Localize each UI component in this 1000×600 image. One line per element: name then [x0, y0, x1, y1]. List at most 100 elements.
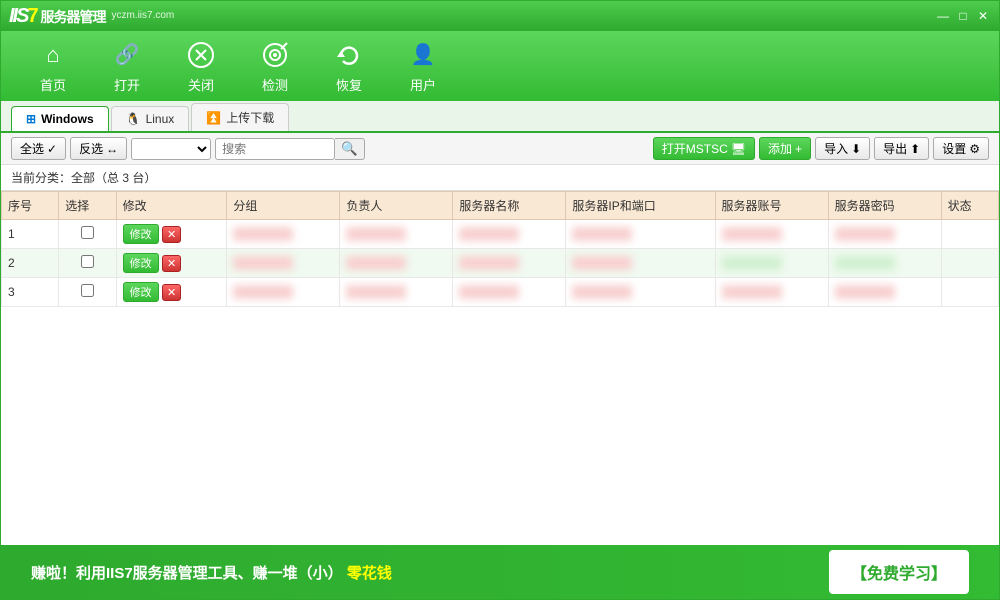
nav-item-detect[interactable]: 检测 — [243, 33, 307, 100]
row2-id: 2 — [2, 249, 59, 278]
toolbar: 全选 ✓ 反选 ↔ 🔍 打开MSTSC 🖥 添加 + — [1, 133, 999, 165]
titlebar: IIS7 服务器管理 yczm.iis7.com — □ ✕ — [1, 1, 999, 31]
nav-label-restore: 恢复 — [336, 75, 362, 94]
upload-tab-label: 上传下载 — [226, 109, 274, 126]
row1-password — [828, 220, 941, 249]
row1-checkbox-cell — [59, 220, 116, 249]
row1-status — [941, 220, 998, 249]
nav-item-open[interactable]: 🔗 打开 — [95, 33, 159, 100]
check-icon: ✓ — [47, 142, 57, 156]
category-label: 当前分类：全部（总 3 台） — [11, 169, 156, 186]
restore-icon — [333, 39, 365, 71]
close-button[interactable]: ✕ — [975, 8, 991, 24]
row1-edit-button[interactable]: 修改 — [123, 224, 159, 244]
linux-tab-label: Linux — [146, 112, 175, 126]
th-group: 分组 — [227, 192, 340, 220]
th-status: 状态 — [941, 192, 998, 220]
detect-icon — [259, 39, 291, 71]
row3-edit-button[interactable]: 修改 — [123, 282, 159, 302]
search-input[interactable] — [215, 138, 335, 160]
export-icon: ⬆ — [910, 142, 920, 156]
nav-item-restore[interactable]: 恢复 — [317, 33, 381, 100]
export-button[interactable]: 导出 ⬆ — [874, 137, 929, 160]
category-bar: 当前分类：全部（总 3 台） — [1, 165, 999, 191]
nav-item-home[interactable]: ⌂ 首页 — [21, 33, 85, 100]
tab-linux[interactable]: 🐧 Linux — [111, 106, 190, 131]
row1-owner — [340, 220, 453, 249]
table-header-row: 序号 选择 修改 分组 负责人 服务器名称 服务器IP和端口 服务器账号 服务器… — [2, 192, 999, 220]
import-button[interactable]: 导入 ⬇ — [815, 137, 870, 160]
row1-id: 1 — [2, 220, 59, 249]
search-button[interactable]: 🔍 — [335, 138, 365, 160]
row1-checkbox[interactable] — [81, 226, 94, 239]
nav-label-home: 首页 — [40, 75, 66, 94]
add-icon: + — [795, 142, 802, 156]
th-edit: 修改 — [116, 192, 227, 220]
close-icon — [185, 39, 217, 71]
row3-id: 3 — [2, 278, 59, 307]
row2-name — [453, 249, 566, 278]
th-ip: 服务器IP和端口 — [566, 192, 715, 220]
home-icon: ⌂ — [37, 39, 69, 71]
row3-edit-cell: 修改 ✕ — [116, 278, 227, 307]
table-row: 2 修改 ✕ — [2, 249, 999, 278]
nav-item-close[interactable]: 关闭 — [169, 33, 233, 100]
titlebar-controls: — □ ✕ — [935, 8, 991, 24]
row3-status — [941, 278, 998, 307]
nav-label-user: 用户 — [410, 75, 436, 94]
navbar: ⌂ 首页 🔗 打开 关闭 — [1, 31, 999, 101]
row1-group — [227, 220, 340, 249]
tab-upload[interactable]: ⏫ 上传下载 — [191, 103, 289, 131]
server-table: 序号 选择 修改 分组 负责人 服务器名称 服务器IP和端口 服务器账号 服务器… — [1, 191, 999, 307]
row1-del-button[interactable]: ✕ — [162, 226, 181, 243]
th-password: 服务器密码 — [828, 192, 941, 220]
minimize-button[interactable]: — — [935, 8, 951, 24]
table-row: 1 修改 ✕ — [2, 220, 999, 249]
row1-name — [453, 220, 566, 249]
select-all-button[interactable]: 全选 ✓ — [11, 137, 66, 160]
add-button[interactable]: 添加 + — [759, 137, 811, 160]
nav-label-detect: 检测 — [262, 75, 288, 94]
th-id: 序号 — [2, 192, 59, 220]
row2-edit-cell: 修改 ✕ — [116, 249, 227, 278]
footer: 赚啦！利用IIS7服务器管理工具、赚一堆（小） 零花钱 【免费学习】 — [1, 545, 999, 599]
filter-select[interactable] — [131, 138, 211, 160]
row2-del-button[interactable]: ✕ — [162, 255, 181, 272]
row2-checkbox[interactable] — [81, 255, 94, 268]
upload-tab-icon: ⏫ — [206, 111, 221, 125]
app-subtitle: yczm.iis7.com — [111, 10, 174, 22]
row3-checkbox[interactable] — [81, 284, 94, 297]
windows-tab-icon: ⊞ — [26, 112, 36, 126]
open-icon: 🔗 — [111, 39, 143, 71]
row3-del-button[interactable]: ✕ — [162, 284, 181, 301]
footer-highlight: 零花钱 — [347, 565, 392, 582]
invert-icon: ↔ — [106, 142, 118, 156]
row3-account — [715, 278, 828, 307]
mstsc-icon: 🖥 — [731, 142, 746, 156]
row2-ip — [566, 249, 715, 278]
nav-item-user[interactable]: 👤 用户 — [391, 33, 455, 100]
tabbar: ⊞ Windows 🐧 Linux ⏫ 上传下载 — [1, 101, 999, 133]
th-owner: 负责人 — [340, 192, 453, 220]
row3-ip — [566, 278, 715, 307]
nav-label-close: 关闭 — [188, 75, 214, 94]
row3-password — [828, 278, 941, 307]
open-mstsc-button[interactable]: 打开MSTSC 🖥 — [653, 137, 755, 160]
nav-label-open: 打开 — [114, 75, 140, 94]
app-logo: IIS7 服务器管理 — [9, 5, 105, 28]
row2-status — [941, 249, 998, 278]
row1-edit-cell: 修改 ✕ — [116, 220, 227, 249]
th-select: 选择 — [59, 192, 116, 220]
tab-windows[interactable]: ⊞ Windows — [11, 106, 109, 131]
row2-checkbox-cell — [59, 249, 116, 278]
learn-free-button[interactable]: 【免费学习】 — [829, 550, 969, 594]
footer-text: 赚啦！利用IIS7服务器管理工具、赚一堆（小） 零花钱 — [31, 562, 392, 583]
table-row: 3 修改 ✕ — [2, 278, 999, 307]
invert-button[interactable]: 反选 ↔ — [70, 137, 127, 160]
row3-owner — [340, 278, 453, 307]
settings-button[interactable]: 设置 ⚙ — [933, 137, 989, 160]
row2-edit-button[interactable]: 修改 — [123, 253, 159, 273]
titlebar-left: IIS7 服务器管理 yczm.iis7.com — [9, 5, 174, 28]
import-icon: ⬇ — [851, 142, 861, 156]
maximize-button[interactable]: □ — [955, 8, 971, 24]
